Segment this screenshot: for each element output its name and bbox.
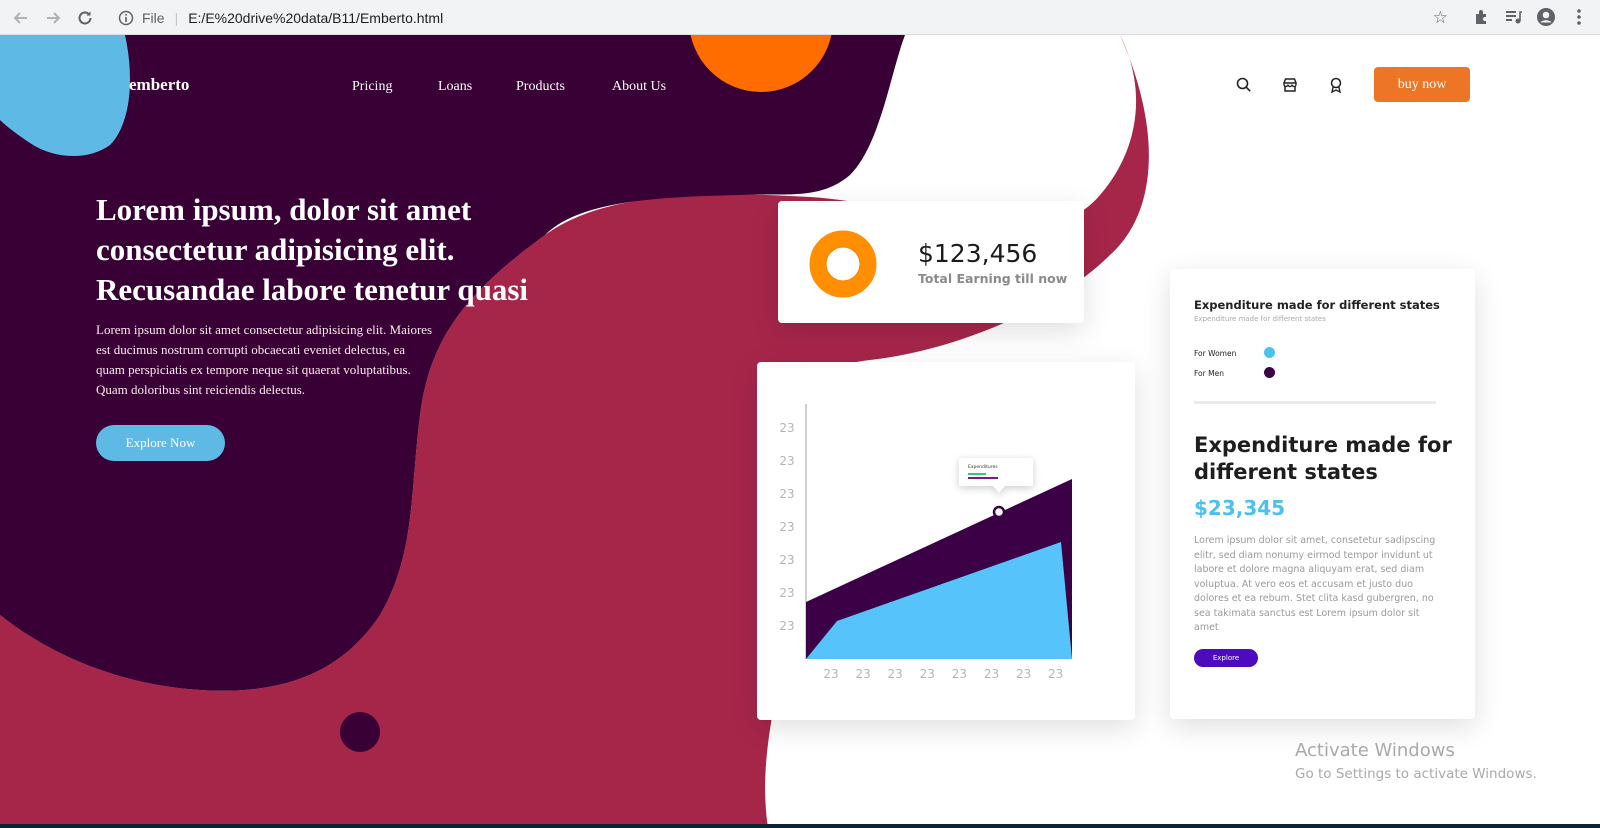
url-text[interactable]: E:/E%20drive%20data/B11/Emberto.html: [188, 10, 443, 26]
side-card-title: Expenditure made for different states: [1194, 298, 1440, 312]
y-tick-label: 23: [779, 421, 794, 435]
logo[interactable]: emberto: [129, 75, 189, 95]
y-tick-labels: 23 23 23 23 23 23 23: [779, 421, 794, 633]
x-tick-label: 23: [1048, 667, 1063, 681]
divider: [1194, 401, 1436, 404]
extensions-icon[interactable]: [1471, 6, 1493, 28]
nav-pricing[interactable]: Pricing: [352, 79, 392, 95]
legend-men-dot: [1264, 367, 1275, 378]
chart-card: Expenditures 23 23 23 23 23 23 23 23 23 23 23 23 23…: [757, 362, 1135, 720]
x-tick-label: 23: [1016, 667, 1031, 681]
donut-icon: [809, 230, 877, 298]
url-scheme: File: [142, 9, 165, 26]
earnings-value: $123,456: [918, 239, 1038, 268]
activate-windows-title: Activate Windows: [1295, 740, 1455, 761]
x-tick-label: 23: [952, 667, 967, 681]
y-tick-label: 23: [779, 553, 794, 567]
nav-about-us[interactable]: About Us: [612, 79, 666, 95]
tooltip-title: Expenditures: [968, 464, 998, 470]
address-bar[interactable]: File | E:/E%20drive%20data/B11/Emberto.h…: [108, 4, 1460, 31]
x-tick-label: 23: [855, 667, 870, 681]
expenditure-card: Expenditure made for different states Ex…: [1170, 269, 1475, 719]
y-tick-label: 23: [779, 619, 794, 633]
hero-title: Lorem ipsum, dolor sit amet consectetur …: [96, 192, 529, 307]
nav-products[interactable]: Products: [516, 79, 565, 95]
store-icon[interactable]: [1281, 76, 1299, 94]
taskbar-strip: [0, 824, 1600, 828]
small-dark-circle: [340, 712, 380, 752]
x-tick-label: 23: [984, 667, 999, 681]
browser-toolbar: File | E:/E%20drive%20data/B11/Emberto.h…: [0, 0, 1600, 35]
area-chart: Expenditures 23232323232323 23 23 23 23 23 23…: [779, 404, 1072, 681]
data-point-marker[interactable]: [992, 505, 1006, 519]
legend-women-label: For Women: [1194, 349, 1237, 358]
x-tick-label: 23: [823, 667, 838, 681]
x-tick-label: 23: [920, 667, 935, 681]
url-separator: |: [174, 9, 179, 26]
award-icon[interactable]: [1327, 76, 1345, 94]
explore-now-button[interactable]: Explore Now: [96, 425, 225, 461]
chart-tooltip: Expenditures: [959, 458, 1033, 493]
explore-button[interactable]: Explore: [1194, 649, 1258, 667]
buy-now-button[interactable]: buy now: [1374, 67, 1470, 102]
nav-loans[interactable]: Loans: [438, 79, 472, 95]
menu-icon[interactable]: [1568, 6, 1590, 28]
hero-text: Lorem ipsum dolor sit amet consectetur a…: [96, 322, 433, 397]
reload-icon[interactable]: [74, 7, 96, 29]
star-icon[interactable]: ☆: [1433, 8, 1448, 28]
x-tick-labels: 23 23 23 23 23 23 23 23: [823, 667, 1063, 681]
earnings-card: $123,456 Total Earning till now: [778, 201, 1084, 323]
side-card-heading: Expenditure made for different states: [1194, 433, 1452, 484]
search-icon[interactable]: [1235, 76, 1253, 94]
earnings-label: Total Earning till now: [918, 271, 1068, 286]
expenditure-amount: $23,345: [1194, 496, 1286, 520]
y-tick-label: 23: [779, 586, 794, 600]
legend-men-label: For Men: [1194, 369, 1224, 378]
y-tick-label: 23: [779, 454, 794, 468]
y-tick-label: 23: [779, 520, 794, 534]
reading-list-icon[interactable]: [1502, 6, 1524, 28]
profile-icon[interactable]: [1535, 6, 1557, 28]
forward-icon[interactable]: [42, 7, 64, 29]
y-tick-label: 23: [779, 487, 794, 501]
info-icon[interactable]: [118, 10, 134, 26]
side-card-paragraph: Lorem ipsum dolor sit amet, consetetur s…: [1194, 535, 1436, 633]
back-icon[interactable]: [10, 7, 32, 29]
x-tick-label: 23: [888, 667, 903, 681]
legend-women-dot: [1264, 347, 1275, 358]
activate-windows-subtitle: Go to Settings to activate Windows.: [1295, 766, 1537, 782]
side-card-subtitle: Expenditure made for different states: [1194, 315, 1326, 323]
page: emberto Pricing Loans Products About Us …: [0, 35, 1600, 828]
